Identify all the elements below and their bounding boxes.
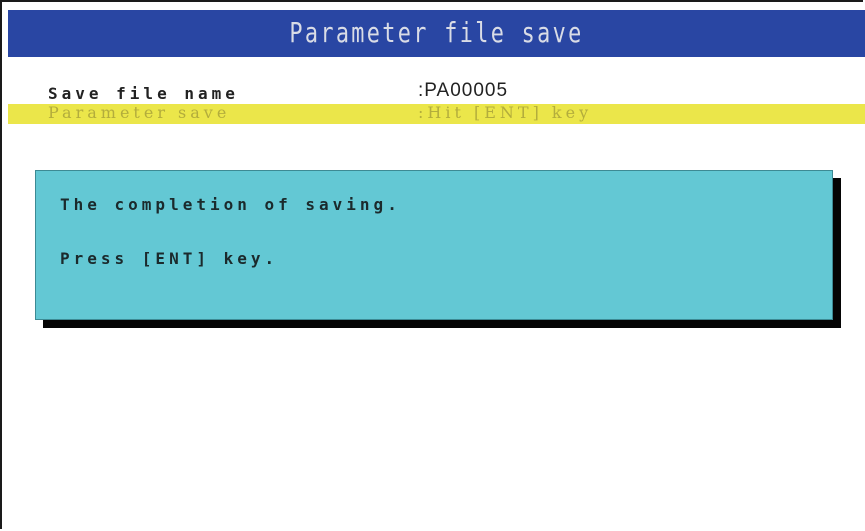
- screen-title: Parameter file save: [289, 16, 584, 49]
- dialog-message: The completion of saving.: [60, 195, 401, 214]
- parameter-save-row[interactable]: Parameter save :Hit [ENT] key: [8, 104, 865, 124]
- save-file-name-value: :PA00005: [418, 80, 509, 101]
- parameter-save-label: Parameter save: [48, 103, 231, 122]
- title-bar: Parameter file save: [8, 10, 865, 57]
- screen: Parameter file save Save file name :PA00…: [0, 0, 865, 529]
- completion-dialog[interactable]: The completion of saving. Press [ENT] ke…: [35, 170, 833, 320]
- parameter-save-value: :Hit [ENT] key: [418, 103, 593, 122]
- save-file-name-label: Save file name: [48, 84, 239, 103]
- save-file-name-row: Save file name :PA00005: [8, 80, 865, 104]
- dialog-instruction: Press [ENT] key.: [60, 249, 279, 268]
